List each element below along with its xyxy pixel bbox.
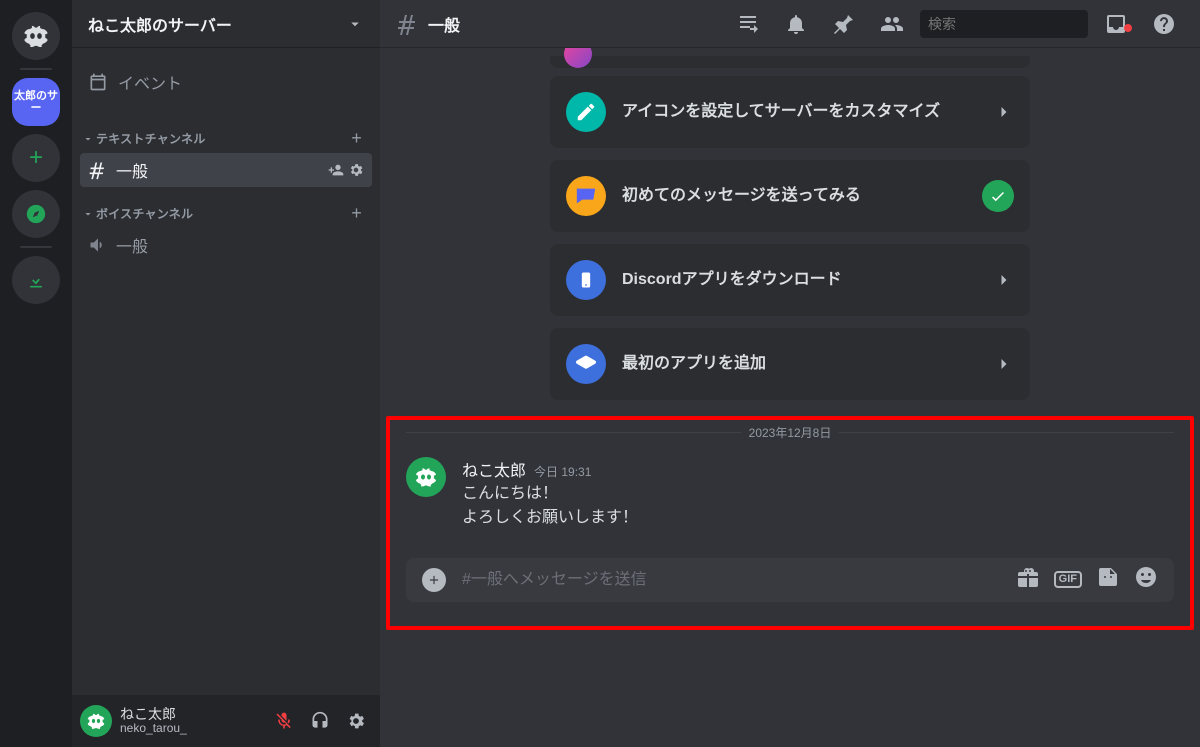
voice-category-header[interactable]: ボイスチャンネル + <box>80 187 372 228</box>
add-voice-channel-button[interactable]: + <box>351 203 368 224</box>
channel-name: 一般 <box>116 158 320 182</box>
guild-separator <box>20 68 52 70</box>
text-channel-item[interactable]: 一般 <box>80 153 372 187</box>
channels-scroll: イベント テキストチャンネル + 一般 ボイスチャンネル + 一般 <box>72 48 380 695</box>
chat-message[interactable]: ねこ太郎 今日 19:31 こんにちは！ よろしくお願いします！ <box>390 453 1190 534</box>
onboarding-card[interactable]: アイコンを設定してサーバーをカスタマイズ <box>550 76 1030 148</box>
guilds-bar: 太郎のサー + <box>0 0 72 747</box>
highlight-annotation: 2023年12月8日 ねこ太郎 今日 19:31 こんにちは！ よろしくお願いし… <box>386 416 1194 630</box>
mute-button[interactable] <box>268 705 300 737</box>
inbox-button[interactable] <box>1096 12 1136 36</box>
voice-category-label: ボイスチャンネル <box>96 205 193 222</box>
user-display-name: ねこ太郎 <box>120 707 260 722</box>
composer-input[interactable] <box>462 571 1000 589</box>
onboarding-card[interactable]: 初めてのメッセージを送ってみる <box>550 160 1030 232</box>
hash-icon <box>396 12 420 36</box>
main-area: 一般 アイコンを設定してサーバーをカスタマイズ 初めてのメッセージを送ってみる <box>380 0 1200 747</box>
onboarding-icon <box>566 92 606 132</box>
composer-area: GIF <box>390 534 1190 622</box>
home-button[interactable] <box>12 12 60 60</box>
events-item[interactable]: イベント <box>80 60 372 104</box>
chevron-down-icon <box>82 133 94 145</box>
settings-button[interactable] <box>340 705 372 737</box>
attach-button[interactable] <box>422 568 446 592</box>
done-badge <box>982 180 1014 212</box>
onboarding-icon <box>566 260 606 300</box>
sticker-button[interactable] <box>1096 565 1120 594</box>
onboarding-card-partial[interactable] <box>550 56 1030 68</box>
onboarding-icon <box>566 344 606 384</box>
text-category-header[interactable]: テキストチャンネル + <box>80 112 372 153</box>
chevron-right-icon <box>994 354 1014 374</box>
onboarding-card[interactable]: Discordアプリをダウンロード <box>550 244 1030 316</box>
deafen-button[interactable] <box>304 705 336 737</box>
message-avatar[interactable] <box>406 457 446 497</box>
channel-title: 一般 <box>428 12 460 36</box>
pinned-button[interactable] <box>824 12 864 36</box>
channels-sidebar: ねこ太郎のサーバー イベント テキストチャンネル + 一般 ボイスチャンネル +… <box>72 0 380 747</box>
onboarding-text: アイコンを設定してサーバーをカスタマイズ <box>622 102 978 123</box>
hash-icon <box>88 160 108 180</box>
text-category-label: テキストチャンネル <box>96 130 205 147</box>
emoji-button[interactable] <box>1134 565 1158 594</box>
chat-header: 一般 <box>380 0 1200 48</box>
chevron-down-icon <box>346 15 364 33</box>
onboarding-text: Discordアプリをダウンロード <box>622 270 978 291</box>
chevron-right-icon <box>994 270 1014 290</box>
notifications-button[interactable] <box>776 12 816 36</box>
onboarding-text: 初めてのメッセージを送ってみる <box>622 186 966 207</box>
user-name-block[interactable]: ねこ太郎 neko_tarou_ <box>120 707 260 736</box>
username-tag: neko_tarou_ <box>120 722 260 735</box>
server-avatar[interactable]: 太郎のサー <box>12 78 60 126</box>
chevron-down-icon <box>82 208 94 220</box>
gift-button[interactable] <box>1016 565 1040 594</box>
members-button[interactable] <box>872 12 912 36</box>
date-divider: 2023年12月8日 <box>406 424 1174 441</box>
search-input[interactable] <box>928 16 1109 32</box>
inbox-badge <box>1124 24 1132 32</box>
threads-button[interactable] <box>728 12 768 36</box>
download-app-button[interactable] <box>12 256 60 304</box>
chat-body: アイコンを設定してサーバーをカスタマイズ 初めてのメッセージを送ってみる Dis… <box>380 48 1200 747</box>
add-server-button[interactable]: + <box>12 134 60 182</box>
onboarding-area: アイコンを設定してサーバーをカスタマイズ 初めてのメッセージを送ってみる Dis… <box>380 48 1200 416</box>
events-label: イベント <box>118 70 182 94</box>
message-text-line: よろしくお願いします！ <box>462 507 638 529</box>
message-timestamp: 今日 19:31 <box>534 463 591 480</box>
server-name: ねこ太郎のサーバー <box>88 12 232 36</box>
gif-button[interactable]: GIF <box>1054 571 1082 588</box>
server-header[interactable]: ねこ太郎のサーバー <box>72 0 380 48</box>
onboarding-card[interactable]: 最初のアプリを追加 <box>550 328 1030 400</box>
message-composer[interactable]: GIF <box>406 558 1174 602</box>
voice-channel-item[interactable]: 一般 <box>80 228 372 262</box>
user-panel: ねこ太郎 neko_tarou_ <box>72 695 380 747</box>
explore-button[interactable] <box>12 190 60 238</box>
add-text-channel-button[interactable]: + <box>351 128 368 149</box>
calendar-icon <box>88 72 108 92</box>
speaker-icon <box>88 235 108 255</box>
onboarding-icon <box>566 176 606 216</box>
message-text-line: こんにちは！ <box>462 483 638 505</box>
invite-icon[interactable] <box>328 162 344 178</box>
chevron-right-icon <box>994 102 1014 122</box>
message-author[interactable]: ねこ太郎 <box>462 457 526 481</box>
help-button[interactable] <box>1144 12 1184 36</box>
guild-separator <box>20 246 52 248</box>
gear-icon[interactable] <box>348 162 364 178</box>
user-avatar[interactable] <box>80 705 112 737</box>
onboarding-text: 最初のアプリを追加 <box>622 354 978 375</box>
search-box[interactable] <box>920 10 1088 38</box>
channel-name: 一般 <box>116 233 364 257</box>
